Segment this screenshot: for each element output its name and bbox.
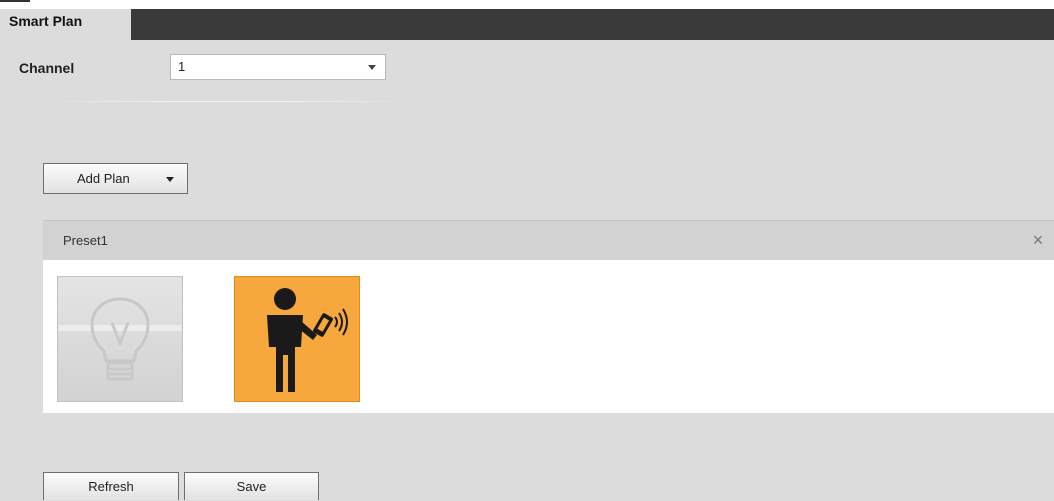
save-button[interactable]: Save	[184, 472, 319, 500]
caret-down-icon	[166, 177, 174, 182]
add-plan-button[interactable]: Add Plan	[43, 163, 188, 194]
channel-select[interactable]: 1	[170, 54, 386, 80]
top-accent	[0, 0, 30, 2]
top-strip	[0, 0, 1054, 9]
plan-body	[43, 260, 1054, 413]
refresh-button[interactable]: Refresh	[43, 472, 179, 500]
channel-select-value: 1	[178, 59, 186, 74]
light-bulb-icon	[58, 297, 182, 381]
close-icon[interactable]: ×	[1028, 230, 1048, 250]
chevron-down-icon[interactable]	[359, 55, 385, 79]
add-plan-label: Add Plan	[77, 171, 130, 186]
divider	[44, 101, 410, 102]
channel-label: Channel	[19, 60, 75, 76]
person-phone-tile[interactable]	[234, 276, 360, 402]
plan-title: Preset1	[63, 233, 108, 248]
tab-bar	[0, 9, 1054, 40]
plan-header: Preset1 ×	[43, 220, 1054, 260]
person-phone-icon	[267, 288, 348, 392]
tab-smart-plan[interactable]: Smart Plan	[0, 9, 131, 40]
light-bulb-tile[interactable]	[57, 276, 183, 402]
